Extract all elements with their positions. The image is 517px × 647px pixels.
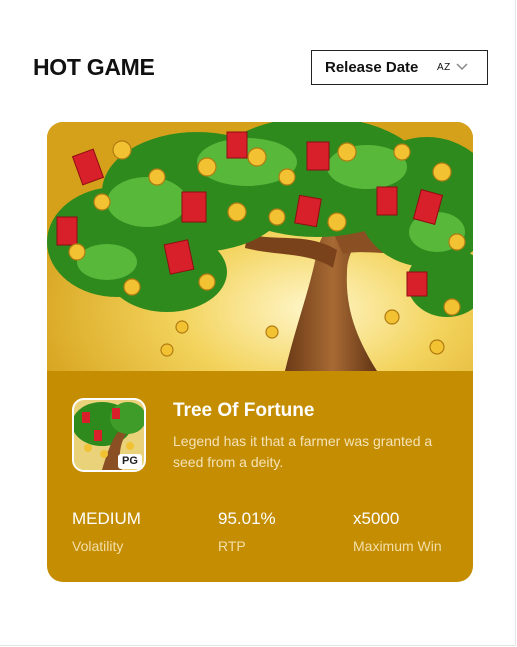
stat-max-win: x5000 Maximum Win xyxy=(353,509,442,554)
sort-order-badge: AZ xyxy=(437,62,451,73)
section-title: HOT GAME xyxy=(33,54,155,80)
stat-value: MEDIUM xyxy=(72,509,141,528)
provider-badge: PG xyxy=(122,455,138,467)
sort-dropdown-label: Release Date xyxy=(325,59,419,76)
game-card[interactable]: PG Tree Of Fortune Legend has it that a … xyxy=(47,122,473,582)
stat-label: RTP xyxy=(218,538,246,554)
stat-value: 95.01% xyxy=(218,509,276,528)
game-banner-image xyxy=(47,122,473,371)
game-title: Tree Of Fortune xyxy=(173,400,315,421)
game-info-panel: PG Tree Of Fortune Legend has it that a … xyxy=(47,371,473,582)
stat-rtp: 95.01% RTP xyxy=(218,509,276,554)
stat-label: Maximum Win xyxy=(353,538,442,554)
stat-label: Volatility xyxy=(72,538,124,554)
sort-dropdown[interactable]: Release Date AZ xyxy=(311,50,488,85)
stat-volatility: MEDIUM Volatility xyxy=(72,509,141,554)
stat-value: x5000 xyxy=(353,509,400,528)
game-icon[interactable]: PG xyxy=(72,398,146,472)
chevron-down-icon xyxy=(456,63,468,71)
game-description: Legend has it that a farmer was granted … xyxy=(173,433,433,470)
